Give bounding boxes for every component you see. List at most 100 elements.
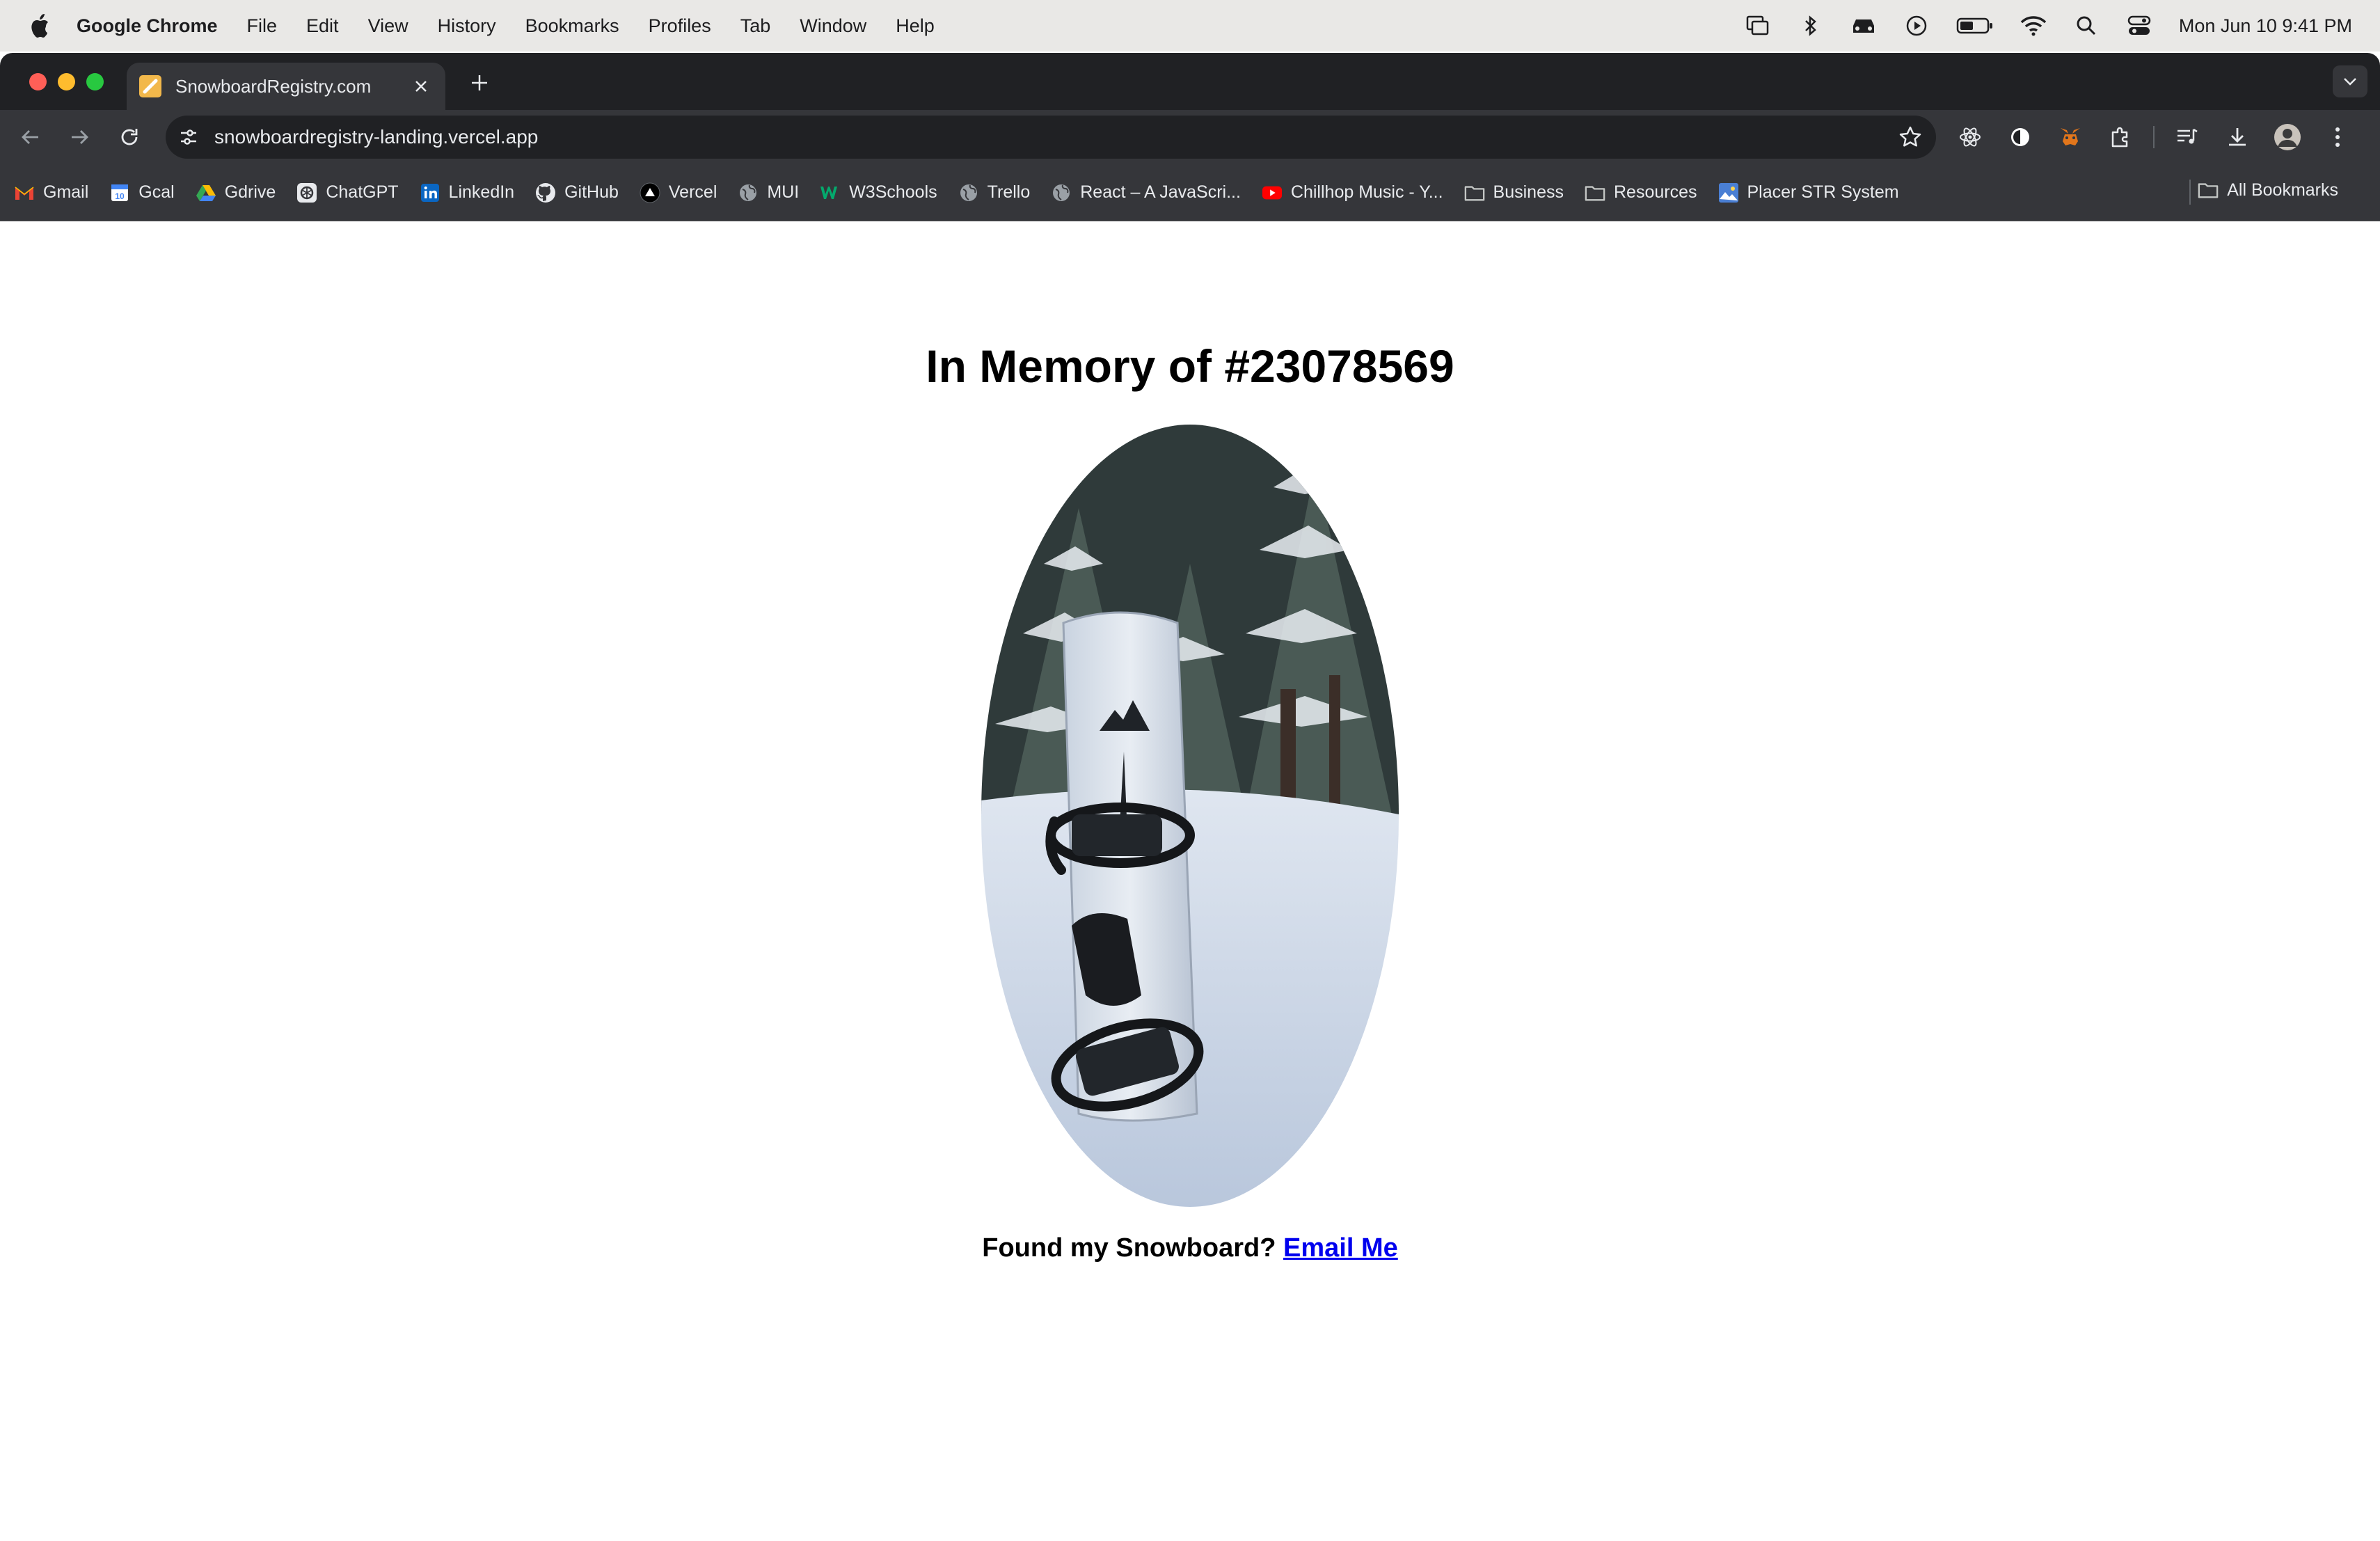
folder-icon (1464, 182, 1485, 203)
kebab-menu-icon[interactable] (2320, 119, 2355, 155)
placer-icon (1718, 182, 1739, 203)
apple-icon[interactable] (28, 13, 50, 38)
tab-title: SnowboardRegistry.com (175, 75, 372, 97)
profile-avatar[interactable] (2270, 119, 2305, 155)
wifi-icon[interactable] (2020, 14, 2047, 38)
search-icon[interactable] (2073, 14, 2100, 38)
bookmark-label: Gdrive (224, 182, 276, 202)
bookmark-label: React – A JavaScri... (1080, 182, 1241, 202)
bookmark-w3schools[interactable]: W3Schools (820, 182, 937, 203)
globe-icon (1051, 182, 1072, 203)
w3schools-icon (820, 182, 841, 203)
menu-file[interactable]: File (247, 15, 278, 37)
menu-app-name[interactable]: Google Chrome (77, 15, 218, 37)
reload-button[interactable] (111, 119, 148, 155)
menubar-clock[interactable]: Mon Jun 10 9:41 PM (2179, 15, 2352, 37)
email-me-link[interactable]: Email Me (1283, 1233, 1398, 1263)
folder-icon (2198, 180, 2219, 200)
bluetooth-icon[interactable] (1798, 14, 1824, 38)
browser-toolbar: snowboardregistry-landing.vercel.app (0, 110, 2380, 164)
github-icon (535, 182, 556, 203)
bookmark-label: Gcal (138, 182, 175, 202)
tab-search-button[interactable] (2333, 65, 2367, 97)
bookmark-label: GitHub (564, 182, 619, 202)
menu-tab[interactable]: Tab (740, 15, 771, 37)
menu-help[interactable]: Help (896, 15, 935, 37)
bookmark-chatgpt[interactable]: ChatGPT (296, 182, 399, 203)
chatgpt-icon (296, 182, 317, 203)
bookmark-linkedin[interactable]: LinkedIn (420, 182, 515, 203)
found-text: Found my Snowboard? (982, 1233, 1276, 1263)
bookmark-label: Chillhop Music - Y... (1290, 182, 1443, 202)
close-window-button[interactable] (29, 73, 47, 90)
battery-icon[interactable] (1956, 14, 1994, 38)
bookmark-label: Business (1493, 182, 1564, 202)
bookmark-label: Resources (1614, 182, 1697, 202)
menu-edit[interactable]: Edit (306, 15, 339, 37)
browser-window: SnowboardRegistry.com snowboardregistry-… (0, 53, 2380, 1541)
bookmark-react[interactable]: React – A JavaScri... (1051, 182, 1241, 203)
site-info-icon[interactable] (171, 120, 206, 155)
bookmark-chillhop[interactable]: Chillhop Music - Y... (1262, 182, 1443, 203)
gmail-icon (14, 182, 35, 203)
dark-mode-extension-icon[interactable] (2003, 119, 2038, 155)
play-icon[interactable] (1903, 14, 1930, 38)
bookmark-label: W3Schools (849, 182, 937, 202)
menu-window[interactable]: Window (800, 15, 866, 37)
folder-icon (1585, 182, 1605, 203)
bookmark-mui[interactable]: MUI (738, 182, 799, 203)
linkedin-icon (420, 182, 441, 203)
bookmark-label: Trello (987, 182, 1031, 202)
control-center-icon[interactable] (2126, 14, 2152, 38)
media-controls-icon[interactable] (2170, 119, 2205, 155)
menu-profiles[interactable]: Profiles (649, 15, 711, 37)
extensions-area (1953, 119, 2355, 155)
page-title: In Memory of #23078569 (926, 340, 1454, 392)
back-button[interactable] (13, 119, 49, 155)
car-icon[interactable] (1850, 14, 1877, 38)
zoom-window-button[interactable] (86, 73, 104, 90)
metamask-icon[interactable] (2053, 119, 2088, 155)
tab-strip: SnowboardRegistry.com (0, 53, 2380, 110)
drive-icon (196, 182, 216, 203)
react-devtools-icon[interactable] (1953, 119, 1988, 155)
new-tab-button[interactable] (465, 68, 494, 97)
bookmark-star-icon[interactable] (1893, 120, 1928, 155)
calendar-icon: 10 (109, 182, 130, 203)
bookmark-trello[interactable]: Trello (958, 182, 1031, 203)
menu-history[interactable]: History (438, 15, 496, 37)
url-text[interactable]: snowboardregistry-landing.vercel.app (214, 126, 1893, 148)
all-bookmarks-label: All Bookmarks (2227, 180, 2338, 200)
download-icon[interactable] (2220, 119, 2255, 155)
all-bookmarks-button[interactable]: All Bookmarks (2198, 180, 2338, 200)
bookmark-label: ChatGPT (326, 182, 399, 202)
bookmark-label: Placer STR System (1747, 182, 1899, 202)
menu-view[interactable]: View (368, 15, 408, 37)
snowboard-favicon-icon (139, 75, 161, 97)
bookmark-folder-business[interactable]: Business (1464, 182, 1564, 203)
vercel-icon (640, 182, 660, 203)
bookmark-github[interactable]: GitHub (535, 182, 619, 203)
close-icon[interactable] (409, 74, 433, 98)
bookmark-label: LinkedIn (448, 182, 515, 202)
bookmark-label: MUI (767, 182, 800, 202)
bookmark-placer-str[interactable]: Placer STR System (1718, 182, 1899, 203)
tab-snowboard-registry[interactable]: SnowboardRegistry.com (127, 63, 445, 110)
window-controls (29, 73, 104, 90)
screen-mirror-icon[interactable] (1745, 14, 1771, 38)
bookmark-gcal[interactable]: 10 Gcal (109, 182, 175, 203)
minimize-window-button[interactable] (58, 73, 75, 90)
bookmark-vercel[interactable]: Vercel (640, 182, 717, 203)
globe-icon (958, 182, 979, 203)
bookmark-folder-resources[interactable]: Resources (1585, 182, 1697, 203)
found-message: Found my Snowboard? Email Me (0, 1233, 2380, 1263)
extensions-puzzle-icon[interactable] (2103, 119, 2138, 155)
macos-menu-bar: Google Chrome File Edit View History Boo… (0, 0, 2380, 52)
bookmark-gmail[interactable]: Gmail (14, 182, 88, 203)
address-bar[interactable]: snowboardregistry-landing.vercel.app (166, 116, 1936, 159)
bookmark-gdrive[interactable]: Gdrive (196, 182, 276, 203)
snowboard-photo (981, 425, 1399, 1207)
youtube-icon (1262, 182, 1283, 203)
menu-bookmarks[interactable]: Bookmarks (525, 15, 619, 37)
forward-button[interactable] (61, 119, 97, 155)
